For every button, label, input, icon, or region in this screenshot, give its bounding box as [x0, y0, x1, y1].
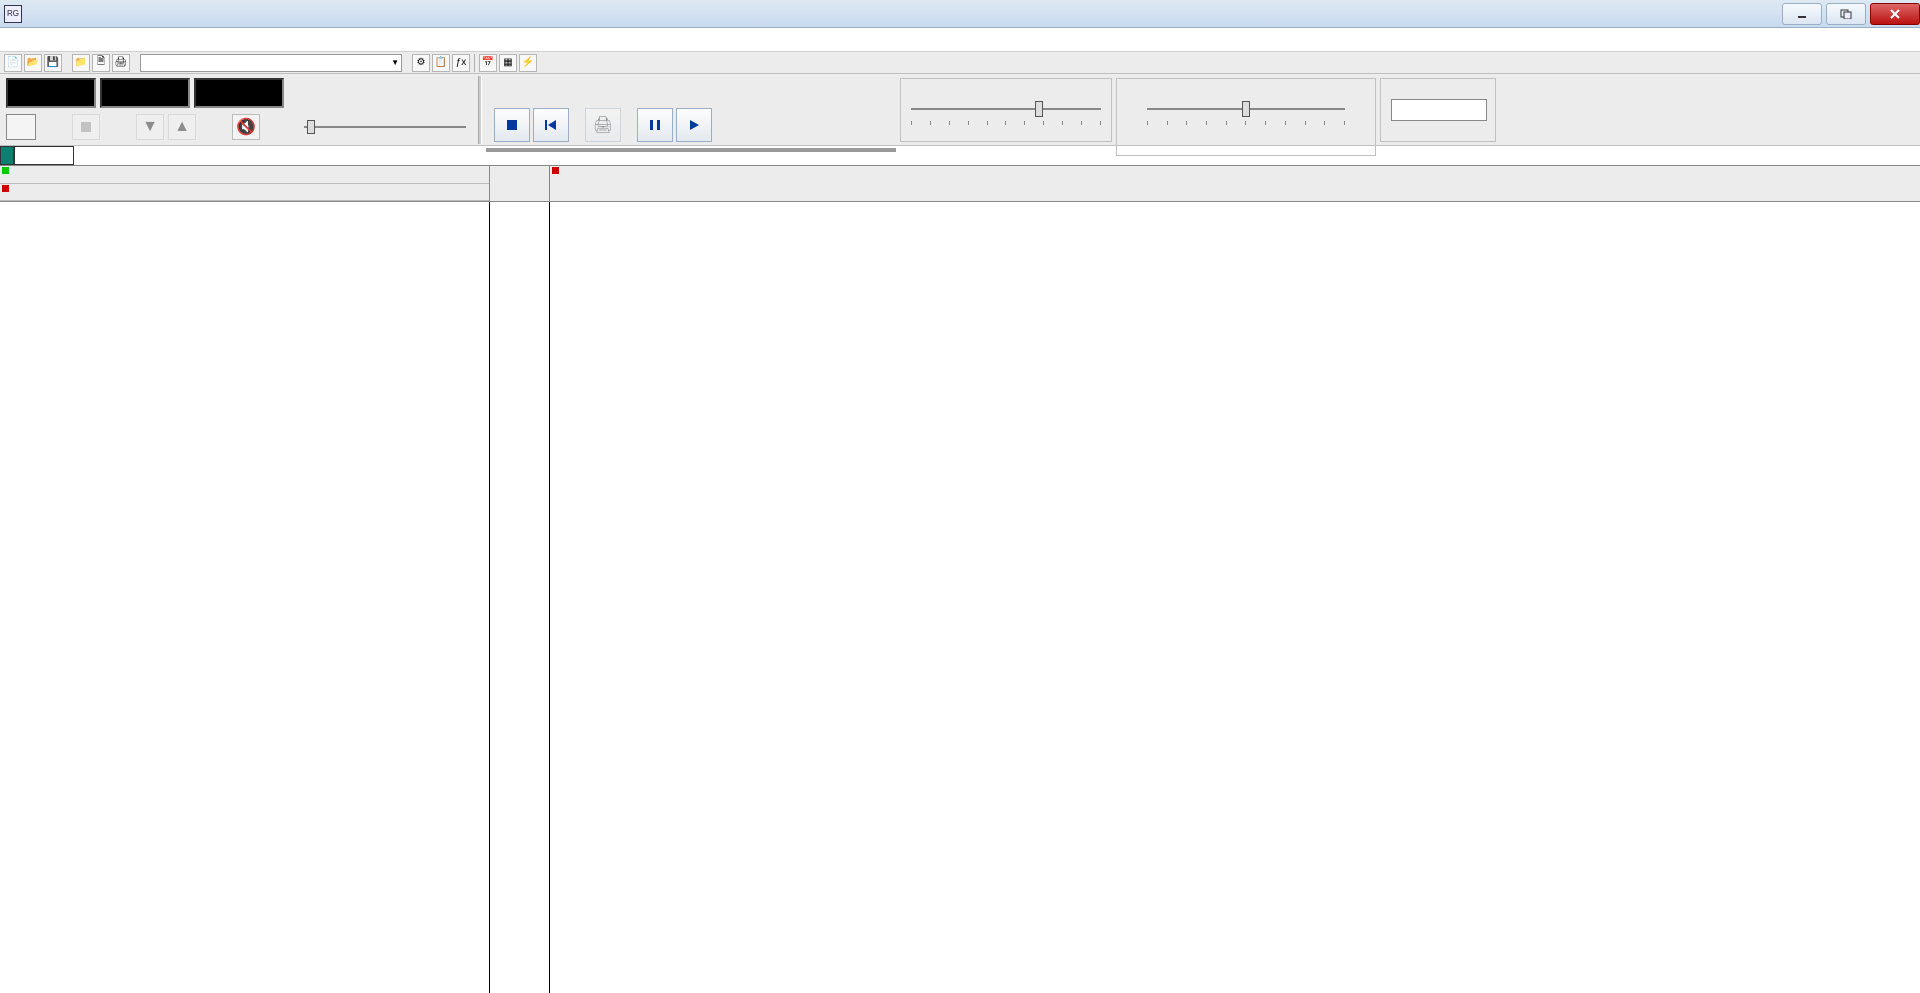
status-bar — [0, 146, 1920, 166]
toolbar-config-icon[interactable]: ⚙ — [412, 54, 430, 72]
toolbar-folder-icon[interactable]: 📁 — [72, 54, 90, 72]
ready-label — [14, 146, 74, 165]
toolbar-bolt-icon[interactable]: ⚡ — [519, 54, 537, 72]
menu-view[interactable] — [44, 38, 64, 42]
stop-button[interactable] — [494, 108, 530, 142]
annotation-input[interactable] — [1391, 99, 1487, 121]
toolbar-print-icon[interactable]: 🖨 — [112, 54, 130, 72]
vdl-contrast-slider[interactable] — [1147, 99, 1345, 119]
depth-track-header — [490, 166, 550, 201]
app-icon: RG — [4, 5, 22, 23]
depth-readout — [6, 78, 96, 108]
toolbar-save-icon[interactable]: 💾 — [44, 54, 62, 72]
right-track-header — [550, 166, 1920, 201]
replay-panel: 🖨 — [486, 76, 896, 152]
annotation-group — [1380, 78, 1496, 142]
ng-header — [0, 184, 489, 202]
winch-control-label — [0, 146, 14, 165]
toolbar-grid-icon[interactable]: ▦ — [499, 54, 517, 72]
winch-speed-slider[interactable] — [296, 114, 474, 140]
separator — [478, 76, 482, 144]
menu-bar — [0, 28, 1920, 52]
log-header — [0, 166, 1920, 202]
tool-selector-combo[interactable]: ▼ — [140, 54, 402, 72]
toolbar-fx-icon[interactable]: ƒx — [452, 54, 470, 72]
porosity-track — [550, 202, 1920, 993]
play-button[interactable] — [676, 108, 712, 142]
ccl-header — [0, 166, 489, 184]
toolbar-calendar-icon[interactable]: 📅 — [479, 54, 497, 72]
menu-file[interactable] — [4, 38, 24, 42]
chevron-down-icon: ▼ — [391, 58, 399, 67]
log-body — [0, 202, 1920, 993]
readout-row: ▼ ▲ 🔇 🖨 — [0, 74, 1920, 146]
arrow-down-button[interactable]: ▼ — [136, 114, 164, 140]
on-off-button[interactable] — [6, 114, 36, 140]
toolbar-open-icon[interactable]: 📂 — [24, 54, 42, 72]
arrow-up-button[interactable]: ▲ — [168, 114, 196, 140]
replay-speed-group — [900, 78, 1112, 142]
stop-square-button[interactable] — [72, 114, 100, 140]
toolbar: 📄 📂 💾 📁 🗎 🖨 ▼ ⚙ 📋 ƒx 📅 ▦ ⚡ — [0, 52, 1920, 74]
toolbar-new-icon[interactable]: 📄 — [4, 54, 22, 72]
close-button[interactable] — [1870, 3, 1920, 25]
pause-button[interactable] — [637, 108, 673, 142]
vdl-contrast-group — [1116, 78, 1376, 156]
replay-speed-slider[interactable] — [911, 99, 1101, 119]
mute-button[interactable]: 🔇 — [232, 114, 260, 140]
rewind-button[interactable] — [533, 108, 569, 142]
print-replay-button[interactable]: 🖨 — [585, 108, 621, 142]
toolbar-copy-icon[interactable]: 📋 — [432, 54, 450, 72]
speed-readout — [194, 78, 284, 108]
left-track — [0, 202, 490, 993]
replay-caption — [486, 148, 896, 152]
toolbar-print-preview-icon[interactable]: 🗎 — [92, 54, 110, 72]
menu-info[interactable] — [64, 38, 84, 42]
minimize-button[interactable] — [1782, 3, 1822, 25]
porosity-header — [550, 166, 1920, 201]
left-track-header — [0, 166, 490, 201]
menu-tools[interactable] — [24, 38, 44, 42]
cable-readout — [100, 78, 190, 108]
maximize-button[interactable] — [1826, 3, 1866, 25]
title-bar: RG — [0, 0, 1920, 28]
depth-track — [490, 202, 550, 993]
